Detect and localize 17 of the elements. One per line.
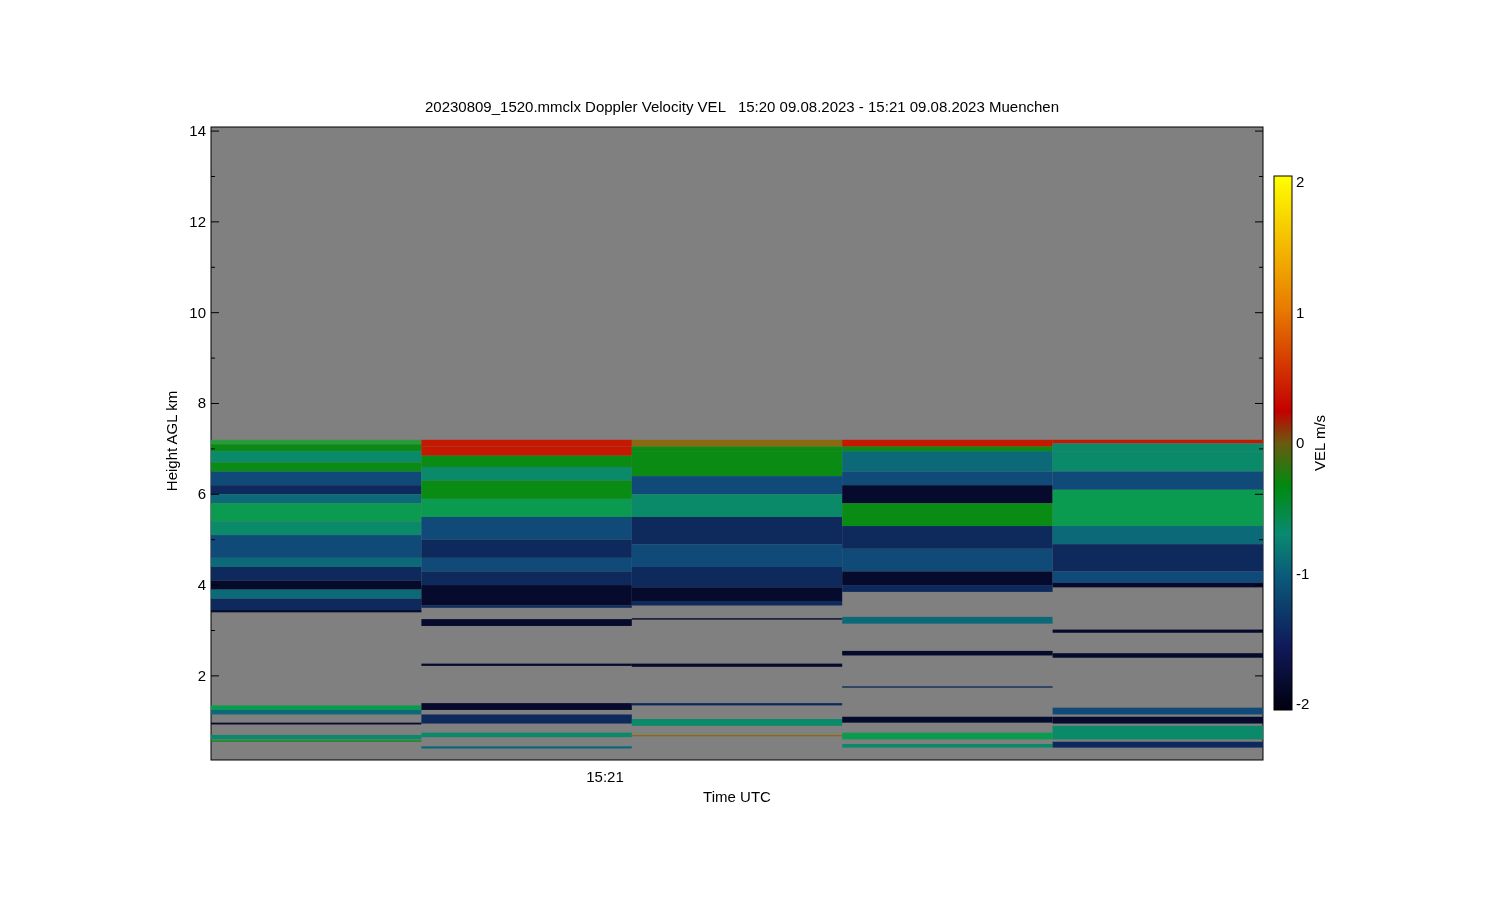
colorbar-tick-label: -1 [1296,564,1310,582]
x-tick-label: 15:21 [586,768,624,785]
colorbar-tick-label: 0 [1296,434,1305,451]
x-axis-label: Time UTC [703,788,771,805]
y-tick-label: 14 [189,122,206,140]
colorbar-label: VEL m/s [1311,414,1328,472]
y-tick-label: 2 [197,666,206,684]
y-tick-label: 12 [189,212,206,230]
colorbar-tick-label: 2 [1296,173,1305,190]
colorbar-tick-label: 1 [1296,303,1305,321]
y-tick-label: 8 [197,394,206,412]
y-tick-label: 4 [197,576,206,594]
colorbar-tick-label: -2 [1296,695,1310,712]
chart-title: 20230809_1520.mmclx Doppler Velocity VEL 15:20 09.08.2023 - 15:21 09.08.2023 Muenchen [424,98,1060,115]
y-tick-label: 6 [197,485,206,503]
y-axis-label: Height AGL km [163,390,180,492]
y-tick-label: 10 [189,303,206,321]
